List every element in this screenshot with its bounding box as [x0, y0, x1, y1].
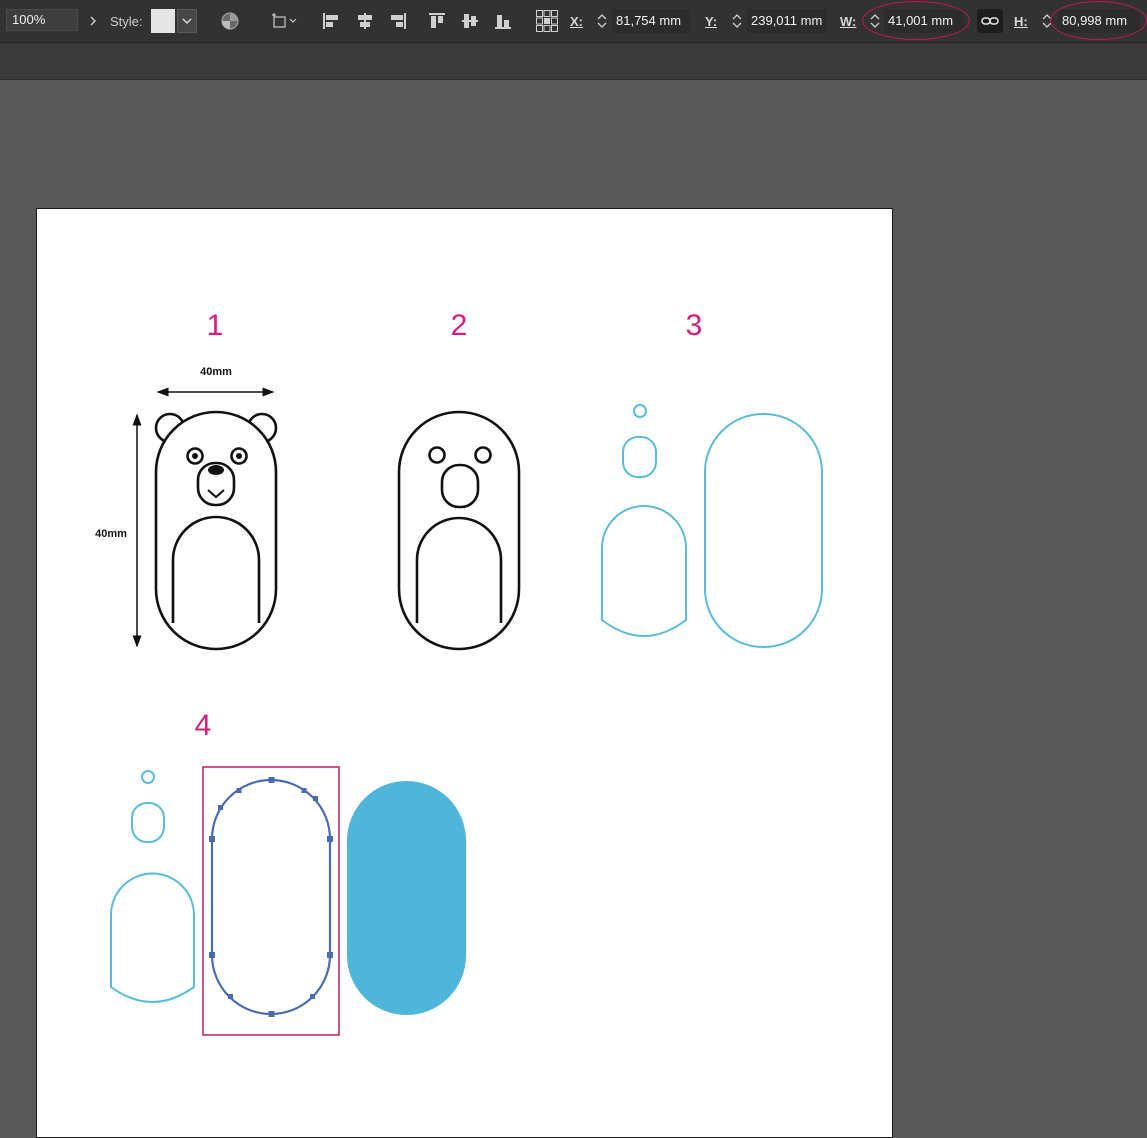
- anchor-point[interactable]: [209, 836, 215, 842]
- filled-body-shape[interactable]: [347, 781, 466, 1015]
- bear-right-pupil: [236, 453, 242, 459]
- anchor-point[interactable]: [301, 788, 307, 793]
- bear2-right-eye: [474, 446, 492, 464]
- width-dimension-label: 40mm: [200, 366, 232, 378]
- step-label-1: 1: [207, 309, 224, 342]
- selection-bounding-box[interactable]: [202, 766, 340, 1036]
- outline-snout: [622, 436, 657, 478]
- anchor-point[interactable]: [209, 952, 215, 958]
- selected-body-path[interactable]: [210, 778, 332, 1016]
- anchor-point[interactable]: [310, 994, 315, 999]
- anchor-point[interactable]: [313, 796, 318, 801]
- anchor-point[interactable]: [228, 994, 233, 999]
- bear2-snout: [440, 463, 480, 509]
- anchor-point[interactable]: [218, 805, 223, 810]
- bear-with-dimensions[interactable]: 40mm 40mm: [95, 366, 278, 651]
- outline-belly: [601, 505, 687, 637]
- anchor-point[interactable]: [327, 952, 333, 958]
- step-label-2: 2: [451, 309, 468, 342]
- outline4-belly: [110, 872, 195, 1003]
- bear2-left-eye: [428, 446, 446, 464]
- bear-simplified[interactable]: [397, 410, 521, 651]
- outline4-snout: [131, 802, 165, 843]
- step-label-4: 4: [195, 709, 212, 742]
- selected-path[interactable]: [209, 777, 333, 1017]
- bear-nose: [208, 465, 224, 475]
- outline-body: [704, 413, 823, 648]
- bear2-belly: [415, 516, 503, 623]
- anchor-point[interactable]: [327, 836, 333, 842]
- bear-left-pupil: [192, 453, 198, 459]
- separated-outlines[interactable]: [601, 404, 823, 648]
- height-dimension-label: 40mm: [95, 528, 127, 540]
- selected-outlines[interactable]: [110, 770, 195, 1003]
- artwork-layer: 1 2 3 4 40mm 40mm: [95, 309, 823, 1036]
- outline4-small-circle: [141, 770, 155, 784]
- outline-small-circle: [633, 404, 647, 418]
- anchor-point[interactable]: [268, 777, 275, 783]
- anchor-point[interactable]: [236, 788, 242, 793]
- anchor-point[interactable]: [268, 1011, 275, 1017]
- step-label-3: 3: [686, 309, 703, 342]
